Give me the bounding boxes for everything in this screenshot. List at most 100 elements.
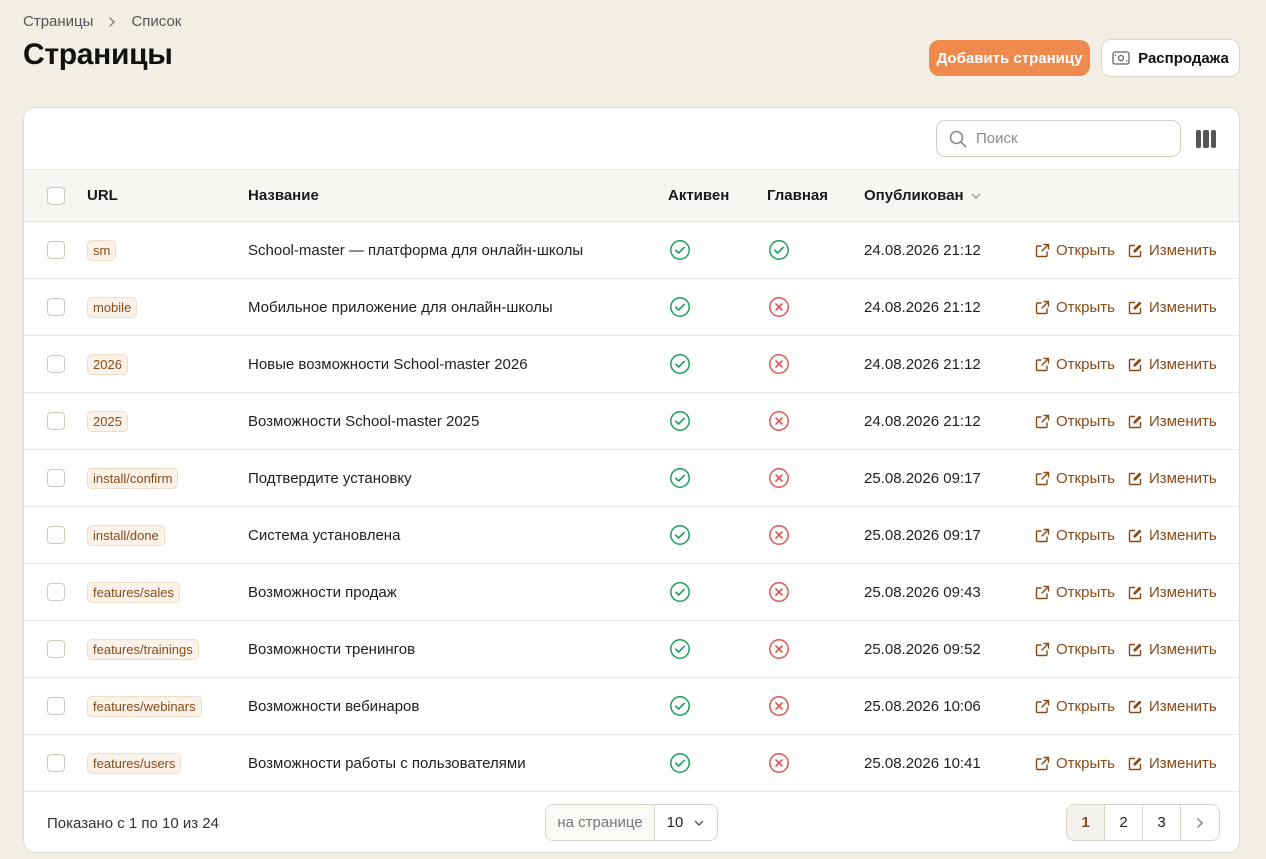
edit-icon	[1128, 585, 1143, 600]
per-page-dropdown[interactable]: 10	[655, 805, 717, 840]
open-link[interactable]: Открыть	[1035, 584, 1115, 601]
page-name: Возможности вебинаров	[248, 697, 420, 715]
next-page-chevron-icon[interactable]	[1181, 805, 1219, 840]
edit-link[interactable]: Изменить	[1128, 356, 1217, 373]
open-link[interactable]: Открыть	[1035, 470, 1115, 487]
table-row: features/trainings Возможности тренингов 2…	[24, 621, 1239, 678]
active-check-icon	[669, 735, 691, 791]
page-button-2[interactable]: 2	[1105, 805, 1143, 840]
row-checkbox[interactable]	[47, 355, 65, 373]
active-check-icon	[669, 564, 691, 620]
row-checkbox[interactable]	[47, 298, 65, 316]
page-name: Возможности продаж	[248, 583, 397, 601]
column-header-published[interactable]: Опубликован	[864, 170, 982, 221]
open-link[interactable]: Открыть	[1035, 527, 1115, 544]
open-link-label: Открыть	[1056, 526, 1115, 544]
row-checkbox[interactable]	[47, 697, 65, 715]
columns-toggle-icon[interactable]	[1196, 130, 1216, 148]
active-check-icon	[669, 450, 691, 506]
main-cross-icon	[768, 678, 790, 734]
open-link-label: Открыть	[1056, 412, 1115, 430]
open-link[interactable]: Открыть	[1035, 413, 1115, 430]
sort-chevron-down-icon	[970, 190, 982, 202]
pagination: 123	[1066, 804, 1220, 841]
row-checkbox[interactable]	[47, 640, 65, 658]
table-row: features/users Возможности работы с польз…	[24, 735, 1239, 792]
open-link[interactable]: Открыть	[1035, 299, 1115, 316]
main-cross-icon	[768, 735, 790, 791]
row-checkbox[interactable]	[47, 526, 65, 544]
url-tag: features/sales	[87, 581, 180, 603]
published-date: 25.08.2026 10:41	[864, 754, 981, 772]
open-link[interactable]: Открыть	[1035, 698, 1115, 715]
table-footer: Показано с 1 по 10 из 24 на странице 10 …	[24, 791, 1239, 852]
search-box[interactable]	[936, 120, 1181, 157]
open-link[interactable]: Открыть	[1035, 755, 1115, 772]
row-checkbox[interactable]	[47, 469, 65, 487]
row-checkbox[interactable]	[47, 412, 65, 430]
search-input[interactable]	[976, 130, 1166, 147]
open-link-label: Открыть	[1056, 583, 1115, 601]
url-tag: mobile	[87, 296, 138, 318]
active-check-icon	[669, 279, 691, 335]
add-page-button[interactable]: Добавить страницу	[929, 40, 1090, 76]
url-tag: features/webinars	[87, 695, 202, 717]
pages-table-card: URL Название Активен Главная Опубликован…	[23, 107, 1240, 853]
published-date: 24.08.2026 21:12	[864, 355, 981, 373]
table-row: mobile Мобильное приложение для онлайн-шк…	[24, 279, 1239, 336]
row-checkbox[interactable]	[47, 583, 65, 601]
table-toolbar	[24, 108, 1239, 170]
edit-link[interactable]: Изменить	[1128, 698, 1217, 715]
edit-link[interactable]: Изменить	[1128, 755, 1217, 772]
external-link-icon	[1035, 642, 1050, 657]
breadcrumb-root-link[interactable]: Страницы	[23, 13, 93, 30]
edit-link-label: Изменить	[1149, 583, 1217, 601]
published-date: 25.08.2026 09:52	[864, 640, 981, 658]
open-link[interactable]: Открыть	[1035, 242, 1115, 259]
edit-icon	[1128, 756, 1143, 771]
external-link-icon	[1035, 585, 1050, 600]
external-link-icon	[1035, 243, 1050, 258]
sale-button[interactable]: Распродажа	[1101, 39, 1240, 77]
row-checkbox[interactable]	[47, 241, 65, 259]
page-button-3[interactable]: 3	[1143, 805, 1181, 840]
published-date: 25.08.2026 10:06	[864, 697, 981, 715]
main-cross-icon	[768, 450, 790, 506]
main-cross-icon	[768, 564, 790, 620]
edit-link[interactable]: Изменить	[1128, 527, 1217, 544]
column-header-main: Главная	[767, 187, 829, 204]
breadcrumb: Страницы Список	[23, 13, 181, 30]
edit-link[interactable]: Изменить	[1128, 641, 1217, 658]
published-date: 24.08.2026 21:12	[864, 412, 981, 430]
edit-link[interactable]: Изменить	[1128, 242, 1217, 259]
main-cross-icon	[768, 621, 790, 677]
active-check-icon	[669, 678, 691, 734]
edit-icon	[1128, 300, 1143, 315]
main-cross-icon	[768, 336, 790, 392]
main-cross-icon	[768, 279, 790, 335]
published-date: 25.08.2026 09:17	[864, 469, 981, 487]
main-cross-icon	[768, 393, 790, 449]
pagination-info: Показано с 1 по 10 из 24	[47, 815, 219, 832]
row-checkbox[interactable]	[47, 754, 65, 772]
open-link[interactable]: Открыть	[1035, 641, 1115, 658]
table-header: URL Название Активен Главная Опубликован	[24, 170, 1239, 222]
edit-icon	[1128, 642, 1143, 657]
edit-link[interactable]: Изменить	[1128, 584, 1217, 601]
edit-link[interactable]: Изменить	[1128, 299, 1217, 316]
url-tag: install/confirm	[87, 467, 179, 489]
edit-link[interactable]: Изменить	[1128, 470, 1217, 487]
external-link-icon	[1035, 357, 1050, 372]
published-date: 25.08.2026 09:17	[864, 526, 981, 544]
open-link[interactable]: Открыть	[1035, 356, 1115, 373]
per-page-select[interactable]: на странице 10	[545, 804, 718, 841]
open-link-label: Открыть	[1056, 355, 1115, 373]
select-all-checkbox[interactable]	[47, 186, 65, 205]
open-link-label: Открыть	[1056, 697, 1115, 715]
edit-link[interactable]: Изменить	[1128, 413, 1217, 430]
external-link-icon	[1035, 414, 1050, 429]
edit-link-label: Изменить	[1149, 298, 1217, 316]
chevron-right-icon	[105, 15, 119, 29]
open-link-label: Открыть	[1056, 469, 1115, 487]
page-button-1[interactable]: 1	[1067, 805, 1105, 840]
